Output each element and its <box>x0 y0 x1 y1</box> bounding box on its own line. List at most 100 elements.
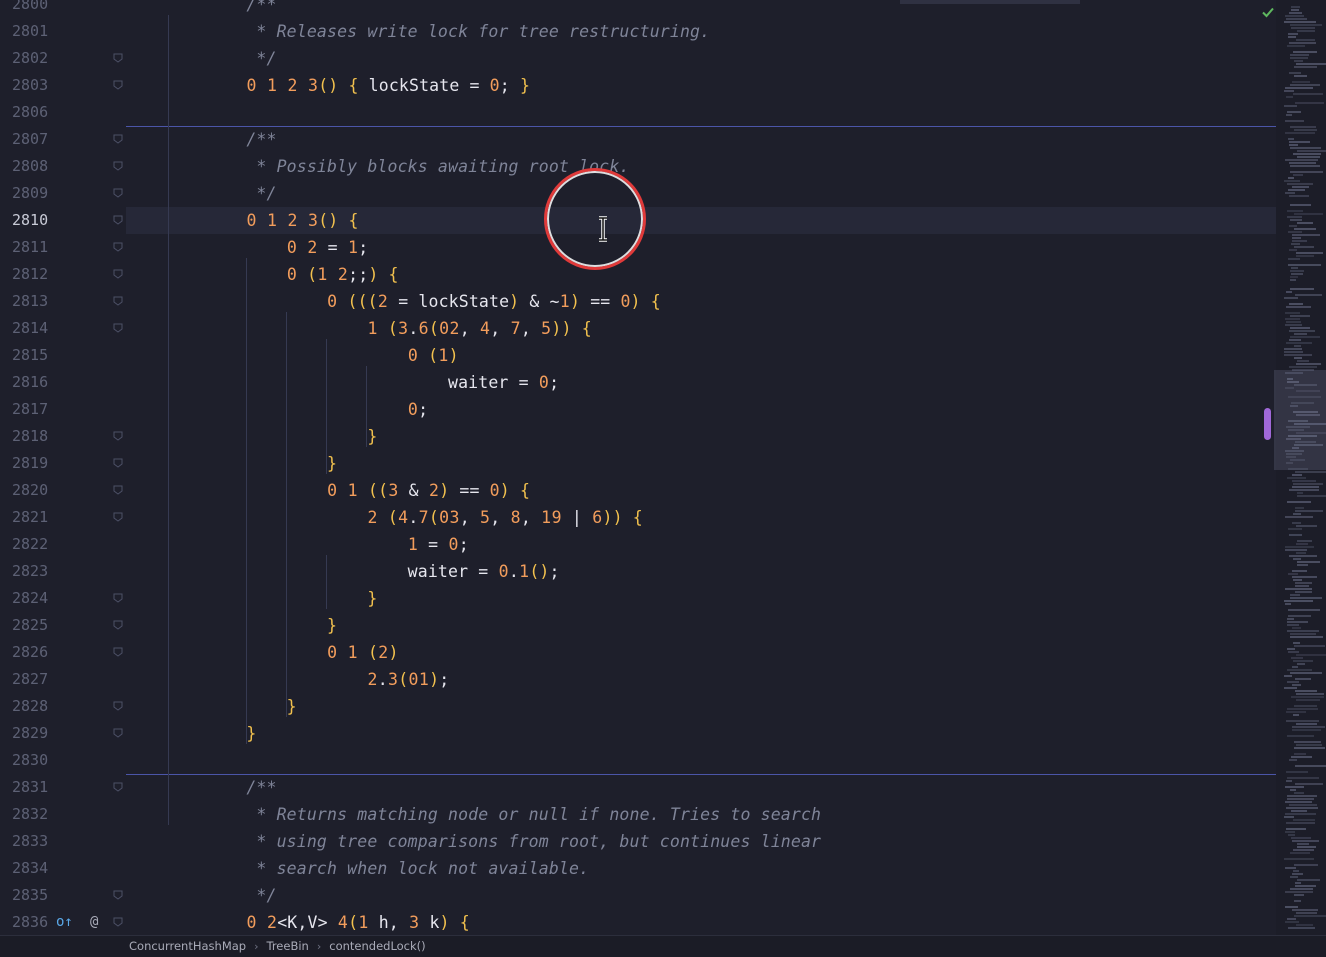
code-line[interactable]: } <box>126 585 1276 612</box>
gutter-line[interactable]: 2811 <box>0 234 126 261</box>
gutter-line[interactable]: 2835 <box>0 882 126 909</box>
gutter-line[interactable]: 2800 <box>0 0 126 18</box>
code-line[interactable]: } <box>126 450 1276 477</box>
fold-marker-icon[interactable] <box>113 215 123 225</box>
fold-marker-icon[interactable] <box>113 593 123 603</box>
fold-marker-icon[interactable] <box>113 53 123 63</box>
gutter-line[interactable]: 2815 <box>0 342 126 369</box>
gutter-line[interactable]: 2813 <box>0 288 126 315</box>
code-line[interactable]: /** <box>126 0 1276 18</box>
gutter-line[interactable]: 2814 <box>0 315 126 342</box>
gutter-line[interactable]: 2809 <box>0 180 126 207</box>
gutter-line[interactable]: 2818 <box>0 423 126 450</box>
code-line[interactable]: } <box>126 423 1276 450</box>
code-line[interactable]: 0 2 = 1; <box>126 234 1276 261</box>
gutter-line[interactable]: 2820 <box>0 477 126 504</box>
code-line[interactable]: 0 1 ((3 & 2) == 0) { <box>126 477 1276 504</box>
fold-marker-icon[interactable] <box>113 458 123 468</box>
gutter-line[interactable]: 2825 <box>0 612 126 639</box>
code-line[interactable]: 0 (((2 = lockState) & ~1) == 0) { <box>126 288 1276 315</box>
breadcrumb-item-inner-class[interactable]: TreeBin <box>267 939 309 953</box>
gutter-line[interactable]: 2806 <box>0 99 126 126</box>
override-icon[interactable]: o↑ <box>56 909 73 935</box>
gutter-line[interactable]: 2803 <box>0 72 126 99</box>
gutter-line[interactable]: 2830 <box>0 747 126 774</box>
code-line[interactable]: 2 (4.7(03, 5, 8, 19 | … <box>126 504 1276 531</box>
gutter-line[interactable]: 2810 <box>0 207 126 234</box>
code-line[interactable]: 2.3(01); <box>126 666 1276 693</box>
fold-marker-icon[interactable] <box>113 890 123 900</box>
code-line[interactable]: * using tree comparisons from root, but … <box>126 828 1276 855</box>
code-line[interactable]: * Possibly blocks awaiting root lock. <box>126 153 1276 180</box>
gutter-line[interactable]: 2812 <box>0 261 126 288</box>
fold-marker-icon[interactable] <box>113 323 123 333</box>
code-line[interactable]: 0 2<K,V> 4(1 h, 3 k) { <box>126 909 1276 935</box>
gutter-line[interactable]: 2826 <box>0 639 126 666</box>
code-line[interactable]: 0 (1 2;;) { <box>126 261 1276 288</box>
code-line[interactable]: */ <box>126 180 1276 207</box>
fold-marker-icon[interactable] <box>113 512 123 522</box>
gutter-line[interactable]: 2831 <box>0 774 126 801</box>
code-line[interactable]: */ <box>126 45 1276 72</box>
line-gutter[interactable]: 2800 2801 2802 2803 2806 2807 2808 2809 2810 2811… <box>0 0 126 935</box>
code-line[interactable] <box>126 99 1276 126</box>
gutter-line[interactable]: 2824 <box>0 585 126 612</box>
code-line[interactable]: * Releases write lock for tree restructu… <box>126 18 1276 45</box>
code-line[interactable]: /** <box>126 774 1276 801</box>
gutter-line[interactable]: 2829 <box>0 720 126 747</box>
code-editor[interactable]: 2800 2801 2802 2803 2806 2807 2808 2809 2810 2811… <box>0 0 1326 935</box>
code-line[interactable]: 0; <box>126 396 1276 423</box>
code-line[interactable]: * search when lock not available. <box>126 855 1276 882</box>
fold-marker-icon[interactable] <box>113 431 123 441</box>
fold-marker-icon[interactable] <box>113 917 123 927</box>
fold-marker-icon[interactable] <box>113 296 123 306</box>
fold-marker-icon[interactable] <box>113 782 123 792</box>
code-line[interactable]: 0 (1) <box>126 342 1276 369</box>
gutter-line[interactable]: 2807 <box>0 126 126 153</box>
fold-marker-icon[interactable] <box>113 269 123 279</box>
breadcrumb-item-method[interactable]: contendedLock() <box>329 939 425 953</box>
gutter-line[interactable]: 2822 <box>0 531 126 558</box>
fold-marker-icon[interactable] <box>113 134 123 144</box>
code-line[interactable]: 1 = 0; <box>126 531 1276 558</box>
code-line[interactable]: 0 1 2 3() { <box>126 207 1276 234</box>
gutter-line[interactable]: 2802 <box>0 45 126 72</box>
gutter-line[interactable]: 2821 <box>0 504 126 531</box>
breadcrumb-item-class[interactable]: ConcurrentHashMap <box>129 939 246 953</box>
code-line[interactable]: } <box>126 720 1276 747</box>
fold-marker-icon[interactable] <box>113 647 123 657</box>
gutter-line[interactable]: 2834 <box>0 855 126 882</box>
check-icon[interactable] <box>1260 4 1276 20</box>
gutter-line[interactable]: 2816 <box>0 369 126 396</box>
fold-marker-icon[interactable] <box>113 80 123 90</box>
fold-marker-icon[interactable] <box>113 701 123 711</box>
code-line[interactable]: 0 1 2 3() { lockState = 0; } <box>126 72 1276 99</box>
scrollbar-thumb[interactable] <box>1264 408 1271 440</box>
fold-marker-icon[interactable] <box>113 620 123 630</box>
code-line[interactable]: 0 1 (2) <box>126 639 1276 666</box>
gutter-line[interactable]: 2836 o↑ @ <box>0 909 126 935</box>
fold-marker-icon[interactable] <box>113 242 123 252</box>
code-line[interactable]: * Returns matching node or null if none.… <box>126 801 1276 828</box>
code-line[interactable]: } <box>126 693 1276 720</box>
gutter-line[interactable]: 2808 <box>0 153 126 180</box>
code-line[interactable]: 1 (3.6(02, 4, 7, 5)) { <box>126 315 1276 342</box>
gutter-line[interactable]: 2823 <box>0 558 126 585</box>
code-line[interactable]: } <box>126 612 1276 639</box>
gutter-line[interactable]: 2819 <box>0 450 126 477</box>
code-area[interactable]: /** * Releases write lock for tree restr… <box>126 0 1276 935</box>
gutter-line[interactable]: 2833 <box>0 828 126 855</box>
fold-marker-icon[interactable] <box>113 188 123 198</box>
gutter-line[interactable]: 2817 <box>0 396 126 423</box>
gutter-line[interactable]: 2801 <box>0 18 126 45</box>
fold-marker-icon[interactable] <box>113 161 123 171</box>
code-line[interactable]: waiter = 0; <box>126 369 1276 396</box>
code-line[interactable] <box>126 747 1276 774</box>
gutter-line[interactable]: 2827 <box>0 666 126 693</box>
minimap-viewport[interactable] <box>1274 370 1326 470</box>
gutter-line[interactable]: 2828 <box>0 693 126 720</box>
fold-marker-icon[interactable] <box>113 728 123 738</box>
annotation-icon[interactable]: @ <box>90 909 98 935</box>
gutter-line[interactable]: 2832 <box>0 801 126 828</box>
code-line[interactable]: */ <box>126 882 1276 909</box>
